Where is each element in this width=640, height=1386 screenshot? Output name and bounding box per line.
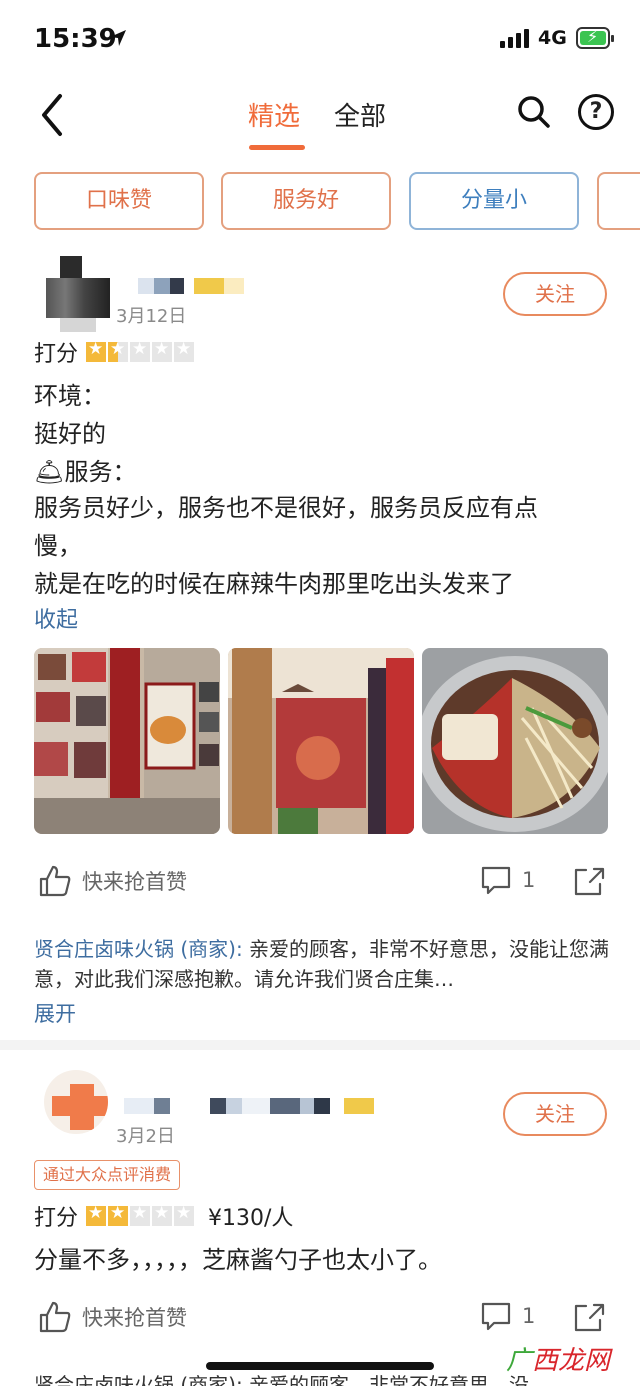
share-icon[interactable] (572, 864, 606, 898)
like-label: 快来抢首赞 (82, 870, 187, 894)
thumbs-up-icon (39, 1301, 71, 1333)
review-photos (34, 648, 608, 834)
comment-count: 1 (522, 1304, 536, 1328)
comment-action[interactable]: 1 (480, 864, 535, 896)
comment-action[interactable]: 1 (480, 1300, 535, 1332)
price-per-person: ¥130/人 (208, 1206, 294, 1231)
review-line: 就是在吃的时候在麻辣牛肉那里吃出头发来了 (34, 570, 514, 598)
rating-row: 打分 (34, 336, 195, 368)
expand-link[interactable]: 展开 (34, 998, 76, 1028)
chip-portion[interactable]: 分量小 (409, 172, 579, 230)
review-line: 挺好的 (34, 420, 106, 448)
section-divider (0, 1040, 640, 1050)
verified-badge: 通过大众点评消费 (34, 1160, 181, 1190)
chip-more[interactable] (597, 172, 640, 230)
photo-hotpot[interactable] (422, 648, 608, 834)
avatar[interactable] (44, 1070, 108, 1134)
review-date: 3月12日 (116, 306, 187, 327)
location-arrow-icon (110, 30, 126, 46)
review-line: 服务员好少，服务也不是很好，服务员反应有点 (34, 494, 538, 522)
review-text: 分量不多，，，，，芝麻酱勺子也太小了。 (34, 1246, 442, 1274)
follow-button[interactable]: 关注 (503, 272, 607, 316)
review-card: 3月12日 关注 打分 环境： 挺好的 🛎服务： 服务员好少，服务也不是很好，服… (0, 250, 640, 1040)
top-nav: 精选 全部 ? (0, 80, 640, 160)
tab-all[interactable]: 全部 (334, 96, 386, 133)
comment-count: 1 (522, 868, 536, 892)
avatar[interactable] (46, 256, 110, 332)
comment-icon (481, 1302, 511, 1331)
follow-button[interactable]: 关注 (503, 1092, 607, 1136)
like-label: 快来抢首赞 (82, 1306, 187, 1330)
tab-featured[interactable]: 精选 (248, 96, 300, 133)
rating-label: 打分 (34, 342, 79, 367)
review-date: 3月2日 (116, 1126, 175, 1147)
back-chevron-icon[interactable] (36, 90, 76, 140)
filter-chips: 口味赞 服务好 分量小 (0, 170, 640, 234)
watermark-logo: 广西龙网 (506, 1346, 611, 1376)
rating-row: 打分 ¥130/人 (34, 1200, 293, 1232)
rating-label: 打分 (34, 1206, 79, 1231)
collapse-link[interactable]: 收起 (34, 602, 78, 634)
like-action[interactable]: 快来抢首赞 (38, 1300, 187, 1334)
star-rating (86, 1206, 195, 1226)
share-icon[interactable] (572, 1300, 606, 1334)
chip-taste[interactable]: 口味赞 (34, 172, 204, 230)
review-line: 🛎服务： (34, 458, 137, 486)
review-line: 慢， (34, 532, 82, 560)
comment-icon (481, 866, 511, 895)
help-icon[interactable]: ? (578, 94, 614, 130)
status-time: 15:39 (34, 24, 117, 54)
search-icon[interactable] (516, 94, 552, 130)
masked-username[interactable] (124, 1098, 374, 1114)
like-action[interactable]: 快来抢首赞 (38, 864, 187, 898)
masked-username[interactable] (138, 278, 244, 294)
merchant-name[interactable]: 贤合庄卤味火锅 (商家): (34, 937, 243, 961)
photo-restaurant-wall[interactable] (34, 648, 220, 834)
star-rating (86, 342, 195, 362)
active-tab-indicator (249, 145, 305, 150)
status-bar: 15:39 4G ⚡ (0, 0, 640, 80)
network-type: 4G (538, 27, 567, 49)
review-card: 3月2日 关注 通过大众点评消费 打分 ¥130/人 分量不多，，，，，芝麻酱勺… (0, 1050, 640, 1386)
cell-signal-icon (500, 28, 529, 48)
thumbs-up-icon (39, 865, 71, 897)
home-indicator (206, 1362, 434, 1370)
review-line: 环境： (34, 382, 106, 410)
battery-icon: ⚡ (576, 27, 614, 49)
merchant-reply: 贤合庄卤味火锅 (商家): 亲爱的顾客，非常不好意思，没能让您满意，对此我们深感… (34, 934, 614, 994)
chip-service[interactable]: 服务好 (221, 172, 391, 230)
photo-restaurant-interior[interactable] (228, 648, 414, 834)
